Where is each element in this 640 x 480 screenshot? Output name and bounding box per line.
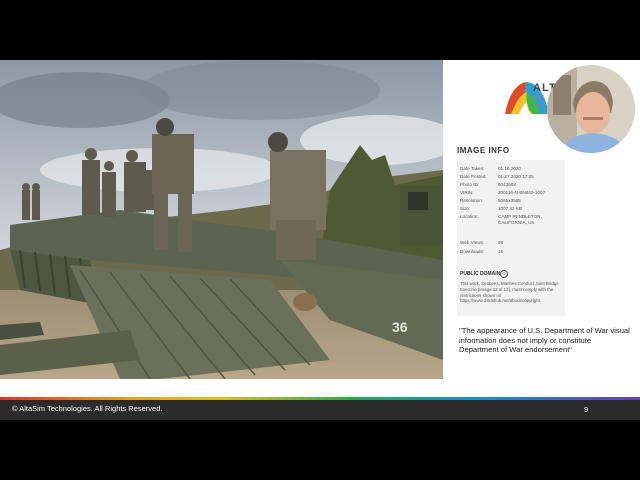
- meta-row-web-views: Web Views: 96: [460, 240, 504, 245]
- meta-row-size: Size: 1007.42 KB: [460, 206, 523, 211]
- slide-footer: © AltaSim Technologies. All Rights Reser…: [0, 400, 640, 420]
- public-domain-icon: ©: [500, 270, 508, 278]
- meta-row-virin: VIRIN: 200116-N-BN840-1007: [460, 190, 546, 195]
- meta-row-resolution: Resolution: 5065x3565: [460, 198, 521, 203]
- image-info-title: IMAGE INFO: [457, 146, 510, 155]
- disclaimer-quote: "The appearance of U.S. Department of Wa…: [459, 326, 630, 355]
- page-number: 9: [584, 405, 589, 414]
- logo-subtag: REAL: [533, 104, 547, 110]
- public-domain-text: This work, Seabees, Marines Conduct Join…: [460, 281, 559, 304]
- meta-row-date-taken: Date Taken: 01.16.2020: [460, 166, 521, 171]
- svg-text:36: 36: [392, 319, 408, 335]
- logo-tagline: TE: [533, 94, 545, 104]
- meta-row-date-posted: Date Posted: 01.27.2020 17:05: [460, 174, 534, 179]
- slide: 36 ALT TE REAL IMAGE INFO Date Taken: 01…: [0, 60, 640, 420]
- image-info-panel: ALT TE REAL IMAGE INFO Date Taken: 01.16.…: [443, 60, 640, 379]
- meta-row-downloads: Downloads: 16: [460, 249, 504, 254]
- public-domain-title: PUBLIC DOMAIN: [460, 271, 501, 277]
- image-metadata-box: Date Taken: 01.16.2020 Date Posted: 01.27.…: [457, 160, 565, 316]
- bridge-exercise-photo: 36: [0, 60, 443, 379]
- meta-row-photo-id: Photo ID: 6043608: [460, 182, 516, 187]
- copyright-text: © AltaSim Technologies. All Rights Reser…: [12, 404, 163, 413]
- meta-row-location: Location: CAMP PENDLETON, CALIFORNIA, US: [460, 214, 542, 225]
- presenter-webcam-overlay: [547, 65, 635, 153]
